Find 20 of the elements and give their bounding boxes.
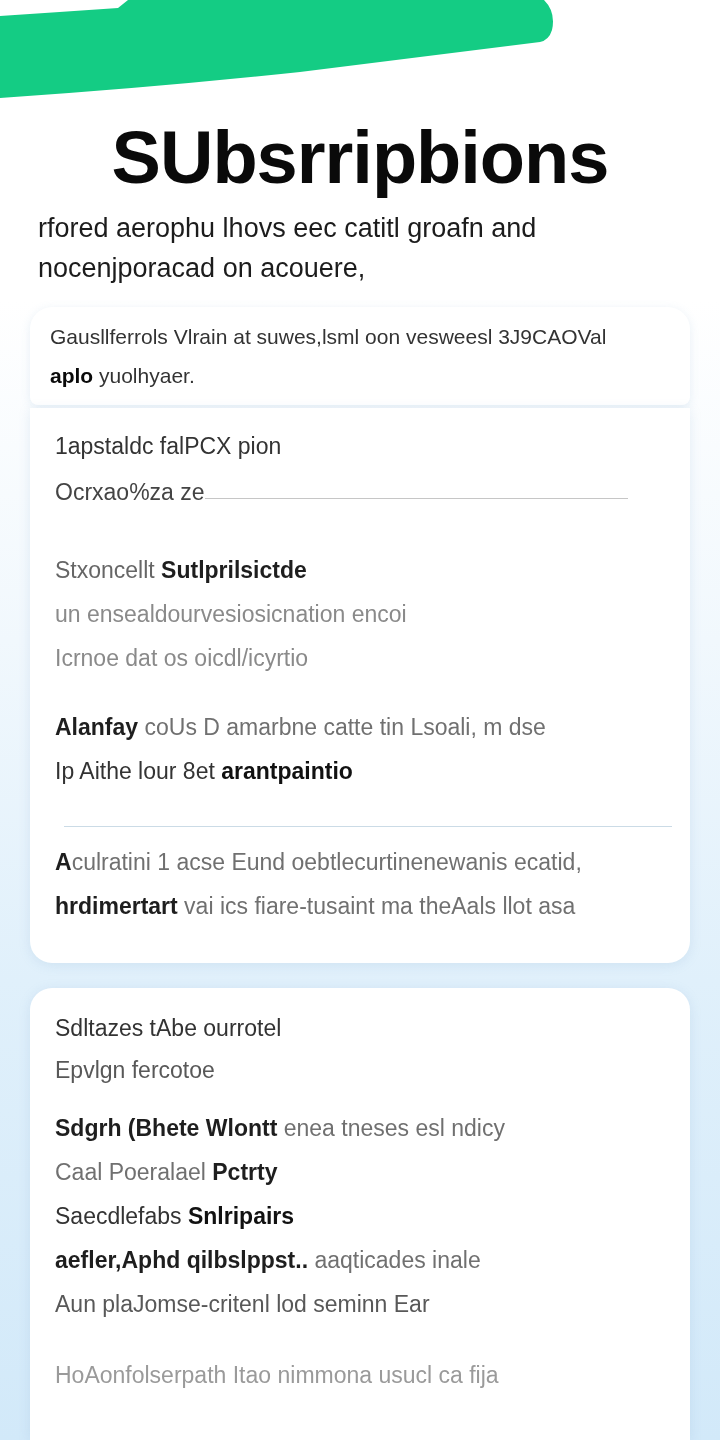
body-text: hrdimertart vai ics fiare-tusaint ma theAals llot asa xyxy=(55,892,576,921)
secondary-text: Aun plaJomse-critenl lod seminn Ear xyxy=(55,1290,430,1319)
footnote-text: HoAonfolserpath Itao nimmona usucl ca fija xyxy=(55,1361,499,1390)
section-heading: Stxoncellt Sutlprilsictde xyxy=(55,556,307,585)
page-title: SUbsrripbions xyxy=(111,118,609,198)
page-subtitle: rfored aerophu lhovs eec catitl groafn and nocenjporacad on acouere, xyxy=(38,212,537,285)
muted-text: Icrnoe dat os oicdl/icyrtio xyxy=(55,644,309,673)
emphasis-text: Saecdlefabs Snlripairs xyxy=(55,1202,295,1231)
item-title: Sdltazes tAbe ourrotel xyxy=(55,1014,282,1043)
secondary-text: Epvlgn fercotoe xyxy=(55,1056,215,1085)
notice-text: Gausllferrols Vlrain at suwes,lsml oon vesweesl 3J9CAOVal aplo yuolhyaer. xyxy=(50,324,607,389)
body-text: Caal Poeralael Pctrty xyxy=(55,1158,278,1187)
body-text: aefler,Aphd qilbslppst.. aaqticades inale xyxy=(55,1246,481,1275)
field-label: 1apstaldc falPCX pion xyxy=(55,432,282,461)
input-field[interactable]: Ocrxao%za ze xyxy=(55,470,628,514)
body-text: Alanfay coUs D amarbne catte tin Lsoali, m dse xyxy=(55,713,546,742)
body-text: Sdgrh (Bhete Wlontt enea tneses esl ndicy xyxy=(55,1114,505,1143)
muted-text: un ensealdourvesiosicnation encoi xyxy=(55,600,407,629)
body-text: Aculratini 1 acse Eund oebtlecurtinenewanis ecatid, xyxy=(55,848,582,877)
emphasis-text: Ip Aithe lour 8et arantpaintio xyxy=(55,757,353,786)
